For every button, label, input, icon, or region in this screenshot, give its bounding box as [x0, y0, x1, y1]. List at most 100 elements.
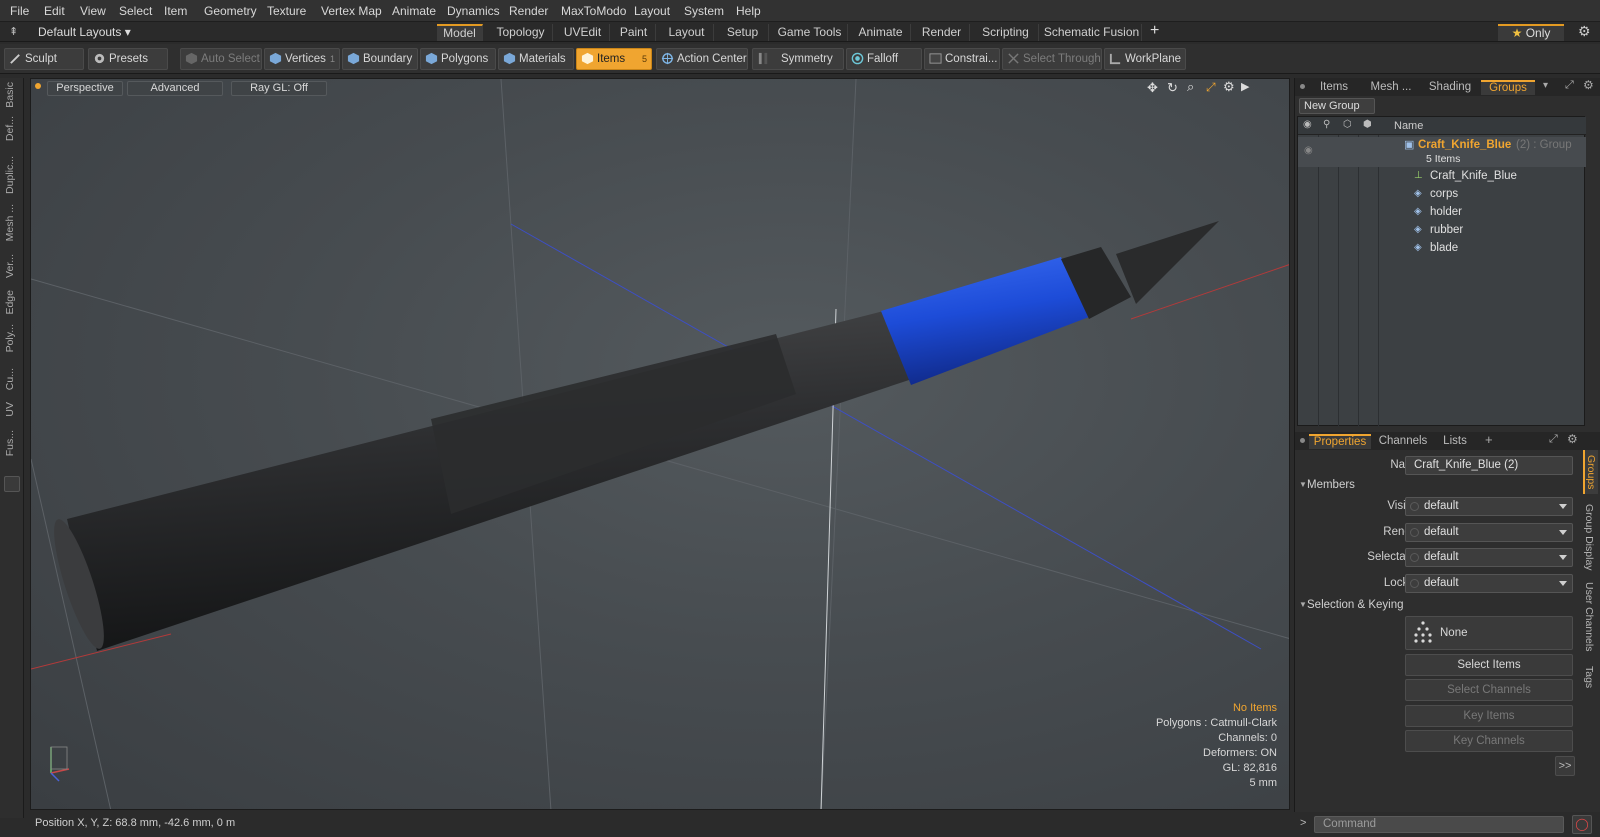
menu-item[interactable]: Item	[164, 4, 187, 18]
menu-layout[interactable]: Layout	[634, 4, 670, 18]
tab-paint[interactable]: Paint	[612, 24, 656, 41]
side-tab-user-channels[interactable]: User Channels	[1583, 580, 1598, 654]
tree-item-row[interactable]: ◈ corps	[1298, 186, 1586, 204]
strip-tab-uv[interactable]: UV	[4, 402, 16, 417]
tab-channels[interactable]: Channels	[1375, 434, 1431, 449]
tab-animate[interactable]: Animate	[851, 24, 911, 41]
strip-tab-fusion[interactable]: Fus...	[4, 430, 16, 456]
presets-button[interactable]: Presets	[88, 48, 168, 70]
record-icon[interactable]: ◯	[1572, 815, 1592, 834]
tab-layout[interactable]: Layout	[660, 24, 714, 41]
strip-tab-curve[interactable]: Cu...	[4, 368, 16, 390]
boundary-button[interactable]: Boundary	[342, 48, 418, 70]
panel-expand-icon[interactable]: ⤢	[1549, 433, 1558, 446]
strip-tab-duplicate[interactable]: Duplic...	[4, 156, 16, 194]
visible-dropdown[interactable]: default	[1405, 497, 1573, 516]
command-input[interactable]: Command	[1314, 816, 1564, 833]
only-toggle[interactable]: ★ Only	[1498, 24, 1564, 41]
strip-tab-basic[interactable]: Basic	[4, 82, 16, 108]
3d-viewport[interactable]: Perspective Advanced Ray GL: Off ✥ ↻ ⌕ ⤢…	[30, 78, 1290, 810]
menu-system[interactable]: System	[684, 4, 724, 18]
tab-game-tools[interactable]: Game Tools	[772, 24, 848, 41]
side-tab-groups[interactable]: Groups	[1583, 450, 1598, 494]
menu-dynamics[interactable]: Dynamics	[447, 4, 500, 18]
layout-up-icon[interactable]: ⇞	[9, 25, 18, 38]
lock-col-icon[interactable]: ⚲	[1323, 119, 1330, 130]
select-items-button[interactable]: Select Items	[1405, 654, 1573, 676]
falloff-button[interactable]: Falloff	[846, 48, 922, 70]
menu-maxtomodo[interactable]: MaxToModo	[561, 4, 626, 18]
raygl-toggle[interactable]: Ray GL: Off	[231, 81, 327, 96]
tab-schematic-fusion[interactable]: Schematic Fusion	[1042, 24, 1142, 41]
render-dropdown[interactable]: default	[1405, 523, 1573, 542]
action-center-button[interactable]: Action Center	[656, 48, 748, 70]
key-items-button[interactable]: Key Items	[1405, 705, 1573, 727]
menu-animate[interactable]: Animate	[392, 4, 436, 18]
locked-dropdown[interactable]: default	[1405, 574, 1573, 593]
tab-lists[interactable]: Lists	[1435, 434, 1475, 449]
name-input[interactable]: Craft_Knife_Blue (2)	[1405, 456, 1573, 475]
panel-settings-icon[interactable]: ⚙	[1583, 78, 1594, 92]
select-through-button[interactable]: Select Through	[1002, 48, 1102, 70]
add-tab-icon[interactable]: +	[1150, 22, 1159, 40]
menu-file[interactable]: File	[10, 4, 29, 18]
strip-collapse-button[interactable]	[4, 476, 20, 492]
tab-groups[interactable]: Groups	[1481, 80, 1535, 95]
panel-expand-icon[interactable]: ⤢	[1565, 79, 1574, 92]
tree-item-row[interactable]: ◈ holder	[1298, 204, 1586, 222]
tab-render[interactable]: Render	[914, 24, 970, 41]
add-tab-icon[interactable]: +	[1485, 432, 1493, 447]
tab-model[interactable]: Model	[437, 24, 483, 41]
fit-icon[interactable]: ⤢	[1206, 80, 1216, 95]
viewport-expand-icon[interactable]: ▶	[1241, 80, 1249, 93]
rotate-icon[interactable]: ↻	[1167, 80, 1178, 96]
tab-uvedit[interactable]: UVEdit	[556, 24, 610, 41]
constraints-button[interactable]: Constrai...	[924, 48, 1000, 70]
side-tab-group-display[interactable]: Group Display	[1583, 502, 1598, 572]
strip-tab-vertex[interactable]: Ver...	[4, 254, 16, 278]
side-tab-tags[interactable]: Tags	[1583, 662, 1598, 692]
none-button[interactable]: None	[1405, 616, 1573, 650]
zoom-icon[interactable]: ⌕	[1187, 79, 1194, 95]
tab-items[interactable]: Items	[1309, 80, 1359, 95]
advanced-dropdown[interactable]: Advanced	[127, 81, 223, 96]
tree-item-row[interactable]: ◈ blade	[1298, 240, 1586, 258]
visibility-eye-icon[interactable]: ◉	[1303, 119, 1312, 130]
tab-topology[interactable]: Topology	[489, 24, 553, 41]
sculpt-button[interactable]: Sculpt	[4, 48, 84, 70]
auto-select-button[interactable]: Auto Select	[180, 48, 262, 70]
more-button[interactable]: >>	[1555, 756, 1575, 776]
vertices-button[interactable]: Vertices 1	[264, 48, 340, 70]
tree-item-row[interactable]: ⊥ Craft_Knife_Blue	[1298, 168, 1586, 186]
strip-tab-polygon[interactable]: Poly...	[4, 324, 16, 352]
tree-group-row[interactable]: ◉ ▣ Craft_Knife_Blue (2) : Group 5 Items	[1298, 137, 1586, 167]
row-eye-icon[interactable]: ◉	[1304, 145, 1313, 156]
menu-help[interactable]: Help	[736, 4, 761, 18]
tab-mesh[interactable]: Mesh ...	[1363, 80, 1419, 95]
selectable-dropdown[interactable]: default	[1405, 548, 1573, 567]
pan-icon[interactable]: ✥	[1147, 80, 1158, 96]
menu-edit[interactable]: Edit	[44, 4, 65, 18]
new-group-button[interactable]: New Group	[1299, 98, 1375, 114]
tab-shading[interactable]: Shading	[1423, 80, 1477, 95]
tab-properties[interactable]: Properties	[1309, 434, 1371, 449]
menu-select[interactable]: Select	[119, 4, 152, 18]
panel-settings-icon[interactable]: ⚙	[1567, 432, 1578, 446]
settings-gear-icon[interactable]: ⚙	[1578, 23, 1591, 40]
strip-tab-mesh[interactable]: Mesh ...	[4, 204, 16, 241]
tab-setup[interactable]: Setup	[717, 24, 769, 41]
strip-tab-edge[interactable]: Edge	[4, 290, 16, 315]
select-col-icon[interactable]: ⬢	[1363, 119, 1372, 130]
menu-view[interactable]: View	[80, 4, 106, 18]
strip-tab-deform[interactable]: Def...	[4, 116, 16, 141]
symmetry-button[interactable]: Symmetry	[752, 48, 844, 70]
select-channels-button[interactable]: Select Channels	[1405, 679, 1573, 701]
items-button[interactable]: Items 5	[576, 48, 652, 70]
selection-keying-section-header[interactable]: ▼ Selection & Keying	[1295, 596, 1565, 614]
menu-vertex-map[interactable]: Vertex Map	[321, 4, 382, 18]
materials-button[interactable]: Materials	[498, 48, 574, 70]
perspective-dropdown[interactable]: Perspective	[47, 81, 123, 96]
layout-selector[interactable]: Default Layouts ▾	[38, 25, 131, 39]
tab-scripting[interactable]: Scripting	[973, 24, 1039, 41]
key-channels-button[interactable]: Key Channels	[1405, 730, 1573, 752]
